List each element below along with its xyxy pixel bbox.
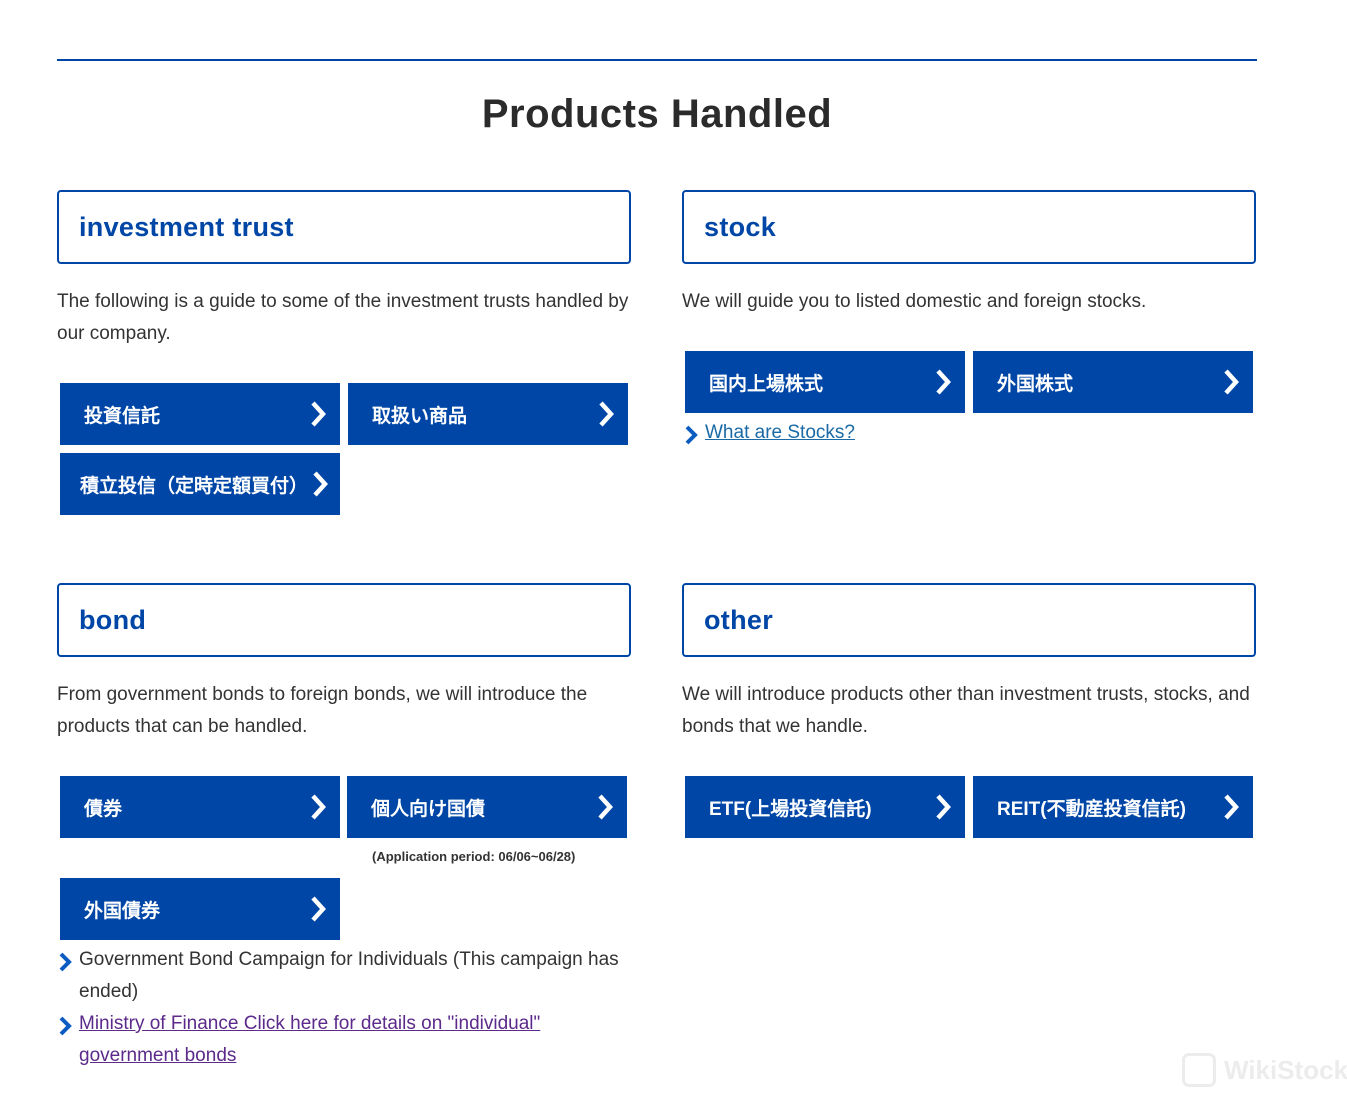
investment-trust-button[interactable]: 投資信託: [60, 383, 340, 445]
foreign-bonds-button[interactable]: 外国債券: [60, 878, 340, 940]
section-bond: bond From government bonds to foreign bo…: [57, 583, 631, 743]
application-period-note: (Application period: 06/06~06/28): [372, 849, 576, 864]
what-are-stocks-link[interactable]: What are Stocks?: [705, 417, 855, 449]
section-heading: stock: [682, 190, 1256, 264]
chevron-right-icon: [311, 896, 326, 922]
chevron-right-icon: [1224, 794, 1239, 820]
chevron-right-icon: [59, 952, 72, 972]
page-title: Products Handled: [481, 92, 833, 136]
chevron-right-icon: [1224, 369, 1239, 395]
accumulation-investment-button[interactable]: 積立投信（定時定額買付）: [60, 453, 340, 515]
wikistock-logo-icon: [1182, 1053, 1216, 1087]
watermark: WikiStock: [1182, 1053, 1347, 1087]
products-handled-button[interactable]: 取扱い商品: [348, 383, 628, 445]
chevron-right-icon: [313, 471, 328, 497]
chevron-right-icon: [311, 794, 326, 820]
section-investment-trust: investment trust The following is a guid…: [57, 190, 631, 350]
section-other: other We will introduce products other t…: [682, 583, 1256, 743]
foreign-stocks-button[interactable]: 外国株式: [973, 351, 1253, 413]
domestic-listed-stocks-button[interactable]: 国内上場株式: [685, 351, 965, 413]
section-description: The following is a guide to some of the …: [57, 291, 629, 344]
section-heading: investment trust: [57, 190, 631, 264]
section-heading: other: [682, 583, 1256, 657]
section-description: We will guide you to listed domestic and…: [682, 291, 1147, 312]
mof-link-item: Ministry of Finance Click here for detai…: [58, 1008, 618, 1072]
section-description: From government bonds to foreign bonds, …: [57, 684, 588, 737]
bond-campaign-item: Government Bond Campaign for Individuals…: [58, 944, 638, 1008]
chevron-right-icon: [311, 401, 326, 427]
watermark-text: WikiStock: [1224, 1054, 1347, 1085]
reit-button[interactable]: REIT(不動産投資信託): [973, 776, 1253, 838]
button-label: 債券: [84, 798, 123, 820]
button-label: ETF(上場投資信託): [709, 798, 872, 820]
bonds-button[interactable]: 債券: [60, 776, 340, 838]
individual-government-bonds-button[interactable]: 個人向け国債: [347, 776, 627, 838]
button-label: 投資信託: [84, 405, 161, 427]
section-stock: stock We will guide you to listed domest…: [682, 190, 1256, 318]
section-heading: bond: [57, 583, 631, 657]
button-label: 積立投信（定時定額買付）: [80, 475, 309, 497]
chevron-right-icon: [598, 794, 613, 820]
button-label: 国内上場株式: [709, 373, 824, 395]
button-label: REIT(不動産投資信託): [997, 798, 1186, 820]
button-label: 外国債券: [84, 900, 161, 922]
button-label: 個人向け国債: [371, 798, 486, 820]
button-label: 取扱い商品: [372, 405, 468, 427]
button-label: 外国株式: [997, 373, 1074, 395]
chevron-right-icon: [936, 794, 951, 820]
chevron-right-icon: [936, 369, 951, 395]
top-divider: [57, 59, 1257, 61]
section-description: We will introduce products other than in…: [682, 684, 1250, 737]
what-are-stocks-row: What are Stocks?: [684, 417, 855, 449]
chevron-right-icon: [685, 425, 698, 445]
chevron-right-icon: [59, 1016, 72, 1036]
chevron-right-icon: [599, 401, 614, 427]
campaign-ended-text: Government Bond Campaign for Individuals…: [79, 949, 619, 1002]
ministry-of-finance-link[interactable]: Ministry of Finance Click here for detai…: [79, 1008, 618, 1072]
etf-button[interactable]: ETF(上場投資信託): [685, 776, 965, 838]
